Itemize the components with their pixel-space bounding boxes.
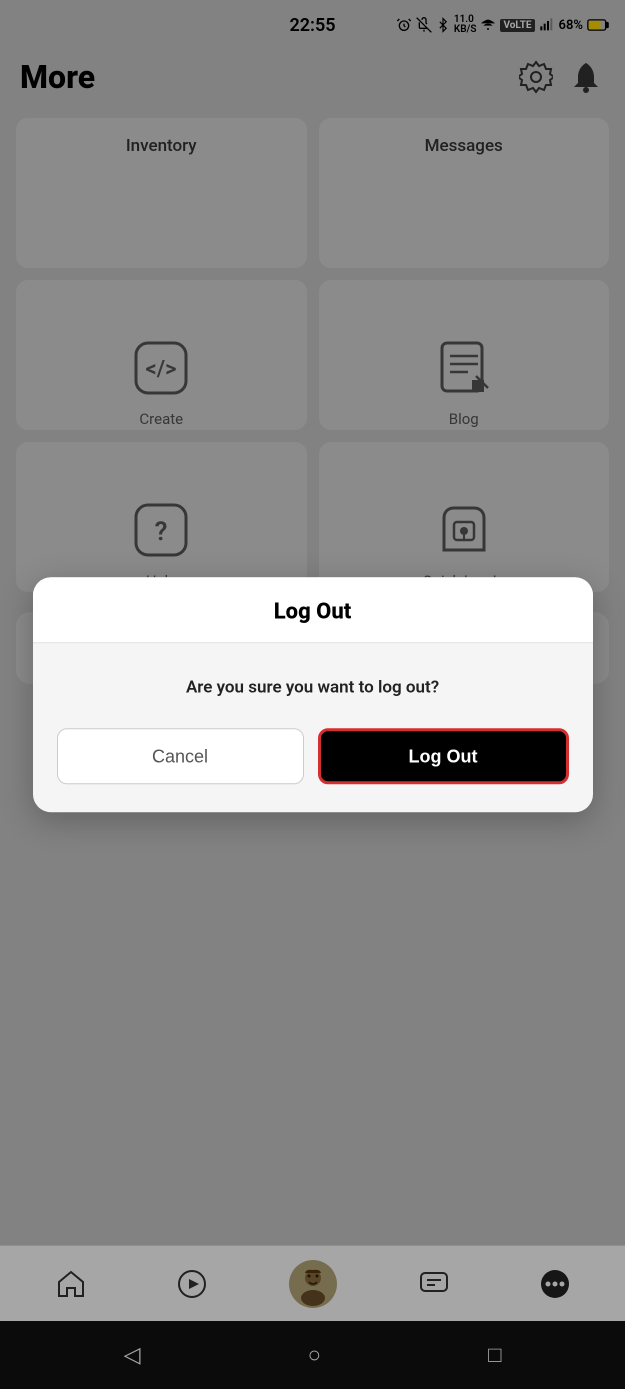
modal-cancel-button[interactable]: Cancel <box>57 728 304 784</box>
modal-title: Log Out <box>274 599 351 624</box>
modal-header: Log Out <box>33 577 593 643</box>
logout-modal: Log Out Are you sure you want to log out… <box>33 577 593 813</box>
modal-buttons: Cancel Log Out <box>33 728 593 812</box>
modal-logout-button[interactable]: Log Out <box>318 728 569 784</box>
modal-message: Are you sure you want to log out? <box>65 675 561 701</box>
modal-body: Are you sure you want to log out? <box>33 643 593 729</box>
